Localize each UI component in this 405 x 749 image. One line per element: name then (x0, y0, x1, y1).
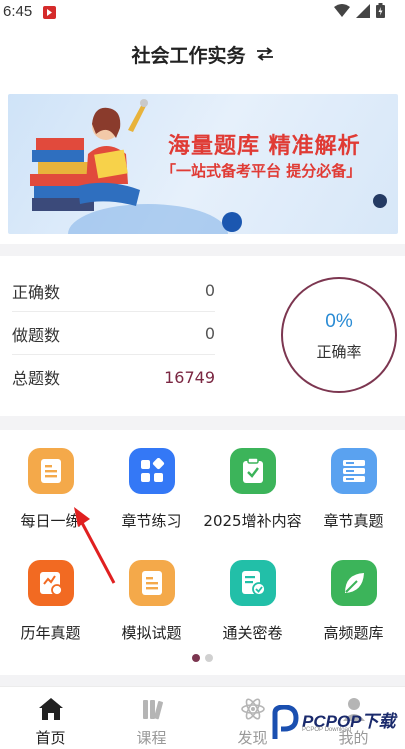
course-icon (142, 700, 163, 720)
banner-dot (373, 194, 387, 208)
grid-item-label: 章节真题 (323, 512, 384, 530)
grid-item-chapter-exam[interactable]: 章节真题 (303, 430, 404, 530)
accuracy-rate-label: 正确率 (316, 343, 362, 361)
banner-dot (222, 212, 242, 232)
stat-row-done: 做题数 0 (12, 313, 215, 355)
discover-icon (240, 698, 265, 720)
status-indicators (334, 3, 385, 18)
tab-label: 课程 (136, 729, 167, 747)
pager-dot-active[interactable] (192, 654, 200, 662)
mock-test-icon (128, 560, 175, 606)
banner-subline: 「一站式备考平台 提分必备」 (161, 162, 362, 180)
tab-label: 首页 (35, 729, 66, 747)
stat-value: 16749 (164, 367, 215, 387)
grid-item-frequent-bank[interactable]: 高频题库 (303, 542, 404, 642)
grid-item-label: 模拟试题 (121, 624, 182, 642)
tab-home[interactable]: 首页 (0, 687, 101, 749)
banner-section: 海量题库 精准解析 「一站式备考平台 提分必备」 (0, 84, 405, 244)
stat-label: 总题数 (12, 369, 61, 388)
promo-banner[interactable]: 海量题库 精准解析 「一站式备考平台 提分必备」 (8, 94, 398, 234)
stat-value: 0 (204, 281, 215, 300)
chapter-exam-icon (330, 448, 377, 494)
stat-label: 正确数 (12, 282, 61, 302)
grid-item-label: 高频题库 (323, 624, 384, 642)
app-notification-icon (43, 6, 56, 19)
secret-paper-icon (229, 560, 276, 606)
function-grid: 每日一练 章节练习 2025增补内容 章节真题 历年真题 模拟试题 通关密卷 高… (0, 430, 405, 675)
switch-subject-icon[interactable] (256, 47, 274, 61)
annotation-arrow-icon (74, 507, 116, 584)
tab-course[interactable]: 课程 (101, 687, 202, 749)
stat-label: 做题数 (12, 325, 61, 345)
grid-item-label: 2025增补内容 (203, 512, 302, 530)
pcpop-watermark: PCPOP下载 PCPOP Download (272, 703, 404, 743)
grid-item-supplement[interactable]: 2025增补内容 (202, 430, 303, 530)
home-icon (38, 698, 63, 720)
student-reading-illustration (30, 99, 148, 211)
stat-row-correct: 正确数 0 (12, 270, 215, 312)
page-title: 社会工作实务 (131, 44, 246, 67)
chapter-practice-icon (128, 448, 175, 494)
pcpop-logo-icon (272, 705, 299, 739)
grid-item-label: 通关密卷 (222, 624, 283, 642)
stat-value: 0 (204, 324, 215, 343)
battery-icon (376, 3, 385, 18)
daily-practice-icon (27, 448, 74, 494)
supplement-icon (229, 448, 276, 494)
banner-headline: 海量题库 精准解析 (168, 134, 361, 159)
watermark-subtext: PCPOP Download (302, 727, 352, 733)
pager-dot[interactable] (205, 654, 213, 662)
accuracy-rate-circle: 0% 正确率 (281, 277, 397, 393)
past-exams-icon (27, 560, 74, 606)
stat-row-total: 总题数 16749 (12, 356, 215, 398)
status-bar: 6:45 (0, 0, 405, 24)
wifi-icon (334, 3, 350, 17)
header: 社会工作实务 (0, 24, 405, 84)
signal-icon (356, 3, 370, 18)
status-time: 6:45 (3, 3, 33, 20)
frequent-bank-icon (330, 560, 377, 606)
grid-item-secret-paper[interactable]: 通关密卷 (202, 542, 303, 642)
stats-panel: 正确数 0 做题数 0 总题数 16749 0% 正确率 (0, 256, 405, 416)
grid-pager (192, 654, 213, 662)
accuracy-rate-value: 0% (325, 311, 353, 332)
grid-item-label: 历年真题 (20, 624, 81, 642)
